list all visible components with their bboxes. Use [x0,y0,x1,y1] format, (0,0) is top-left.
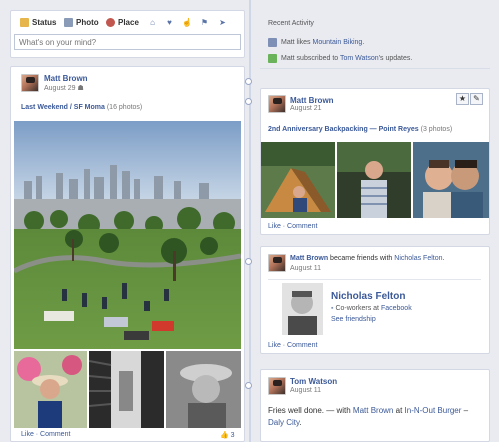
album-main-photo[interactable] [14,121,241,349]
timeline-dot [245,382,252,389]
tom-watson-link[interactable]: Tom Watson [340,55,379,62]
woman-photo-icon [166,351,241,428]
album-count: (3 photos) [420,126,453,133]
author-link[interactable]: Matt Brown [290,255,328,262]
backpacking-photo-man[interactable] [337,142,411,218]
album-title: 2nd Anniversary Backpacking — Point Reye… [268,126,452,133]
post-date[interactable]: August 11 [290,387,321,394]
tab-photo[interactable]: Photo [64,18,99,27]
thumbs-icon[interactable]: ☝ [182,18,192,27]
album-count: (16 photos) [106,104,143,111]
album-title: Last Weekend / SF Moma (16 photos) [21,104,142,111]
activity-text: Matt subscribed to Tom Watson's updates. [281,55,413,62]
like-count[interactable]: 👍 3 [220,431,235,439]
facebook-link[interactable]: Facebook [381,305,412,312]
album-link[interactable]: Last Weekend / SF Moma [21,104,105,111]
tab-status[interactable]: Status [20,18,56,27]
album-photo-girl-hat[interactable] [14,351,87,428]
album-photo-hallway[interactable] [89,351,164,428]
with-name-link[interactable]: Matt Brown [353,406,393,415]
activity-item-subscribed: Matt subscribed to Tom Watson's updates. [268,54,412,63]
place-icon [106,18,115,27]
avatar[interactable] [21,74,39,92]
post-date[interactable]: August 21 [290,105,322,112]
home-icon[interactable]: ⌂ [148,18,157,27]
backpacking-photo-couple[interactable] [413,142,489,218]
friendship-post-actions[interactable]: Like · Comment [268,342,317,349]
post-author[interactable]: Matt Brown [290,96,334,105]
post-date[interactable]: August 11 [290,265,321,272]
edit-button[interactable]: ✎ [470,93,483,105]
subscribe-icon [268,54,277,63]
place-link[interactable]: In-N-Out Burger [405,406,462,415]
couple-photo-icon [413,142,489,218]
album-post-actions[interactable]: Like · Comment [21,431,70,438]
star-button[interactable]: ★ [456,93,469,105]
heart-icon[interactable]: ♥ [165,18,174,27]
audience-icon[interactable]: ☗ [77,85,83,92]
photo-icon [64,18,73,27]
avatar[interactable] [268,254,286,272]
timeline-dot [245,78,252,85]
thumbs-up-icon: 👍 [220,432,229,439]
tab-status-label: Status [32,18,57,27]
friend-portrait-icon [282,283,323,335]
status-icon [20,18,29,27]
friend-card-subtitle: ▪ Co-workers at Facebook [331,305,412,312]
album-link[interactable]: 2nd Anniversary Backpacking — Point Reye… [268,126,419,133]
portrait-photo-icon [14,351,87,428]
timeline-spine [249,0,251,442]
see-friendship-link[interactable]: See friendship [331,316,376,323]
timeline-dot [245,98,252,105]
divider [260,68,490,69]
timeline-dot [245,258,252,265]
tab-place-label: Place [118,18,139,27]
recent-activity-title: Recent Activity [268,20,314,27]
tab-photo-label: Photo [76,18,99,27]
friend-card-name[interactable]: Nicholas Felton [331,291,405,302]
friendship-text: Matt Brown became friends with Nicholas … [290,255,445,262]
city-link[interactable]: Daly City [268,418,299,427]
activity-text: Matt likes Mountain Biking. [281,39,365,46]
album-photo-woman-hat[interactable] [166,351,241,428]
status-input[interactable] [14,34,241,50]
status-text: Fries well done. — with Matt Brown at In… [268,406,469,427]
backpacking-post-actions[interactable]: Like · Comment [268,223,317,230]
tab-place[interactable]: Place [106,18,139,27]
flag-icon[interactable]: ⚑ [200,18,209,27]
friend-link[interactable]: Nicholas Felton [394,255,442,262]
park-photo-icon [14,121,241,349]
avatar[interactable] [268,95,286,113]
backpacking-photo-tent[interactable] [261,142,335,218]
avatar[interactable] [268,377,286,395]
like-page-icon [268,38,277,47]
mountain-biking-link[interactable]: Mountain Biking [313,39,363,46]
post-author[interactable]: Matt Brown [44,74,88,83]
post-author[interactable]: Tom Watson [290,377,337,386]
tent-photo-icon [261,142,335,218]
hallway-photo-icon [89,351,164,428]
man-photo-icon [337,142,411,218]
friend-photo[interactable] [282,283,323,335]
coworker-icon: ▪ [331,305,334,312]
arrow-icon[interactable]: ➤ [218,18,227,27]
activity-item-likes: Matt likes Mountain Biking. [268,38,364,47]
post-date[interactable]: August 29 ☗ [44,84,84,92]
